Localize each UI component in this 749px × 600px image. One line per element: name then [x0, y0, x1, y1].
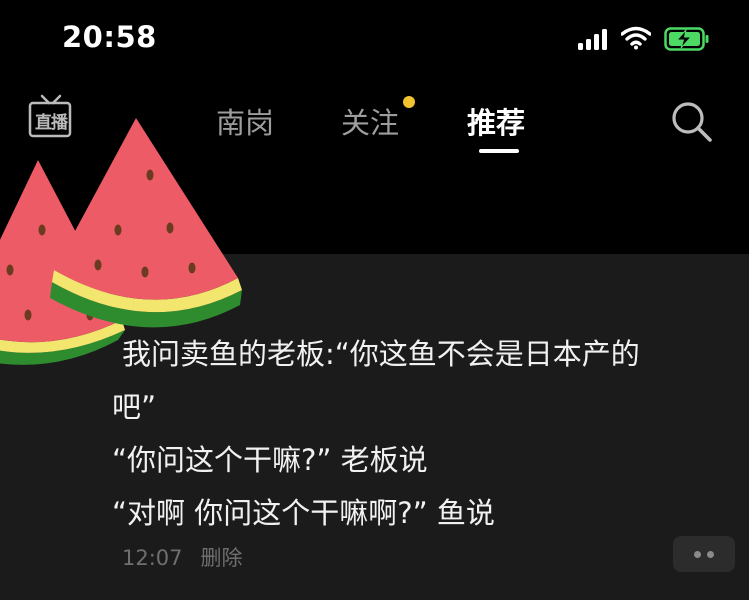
- more-icon-dot: [694, 551, 701, 558]
- more-button[interactable]: [673, 536, 735, 572]
- signal-icon: [578, 28, 610, 50]
- tab-recommend[interactable]: 推荐: [467, 100, 525, 142]
- delete-button[interactable]: 删除: [201, 546, 243, 570]
- search-icon[interactable]: [670, 100, 714, 144]
- more-icon-dot: [707, 551, 714, 558]
- post-meta: 12:07 删除: [122, 542, 243, 572]
- wifi-icon: [621, 26, 651, 50]
- unread-dot: [403, 96, 415, 108]
- status-bar: 20:58: [0, 0, 749, 82]
- active-tab-indicator: [479, 149, 519, 153]
- tab-follow[interactable]: 关注: [341, 100, 399, 142]
- battery-charging-icon: [664, 27, 709, 51]
- post-time: 12:07: [122, 546, 183, 570]
- post-line: “对啊 你问这个干嘛啊?” 鱼说: [112, 496, 495, 530]
- watermelon-sticker: [0, 118, 242, 365]
- status-time: 20:58: [62, 20, 157, 54]
- post-line: “你问这个干嘛?” 老板说: [112, 443, 428, 477]
